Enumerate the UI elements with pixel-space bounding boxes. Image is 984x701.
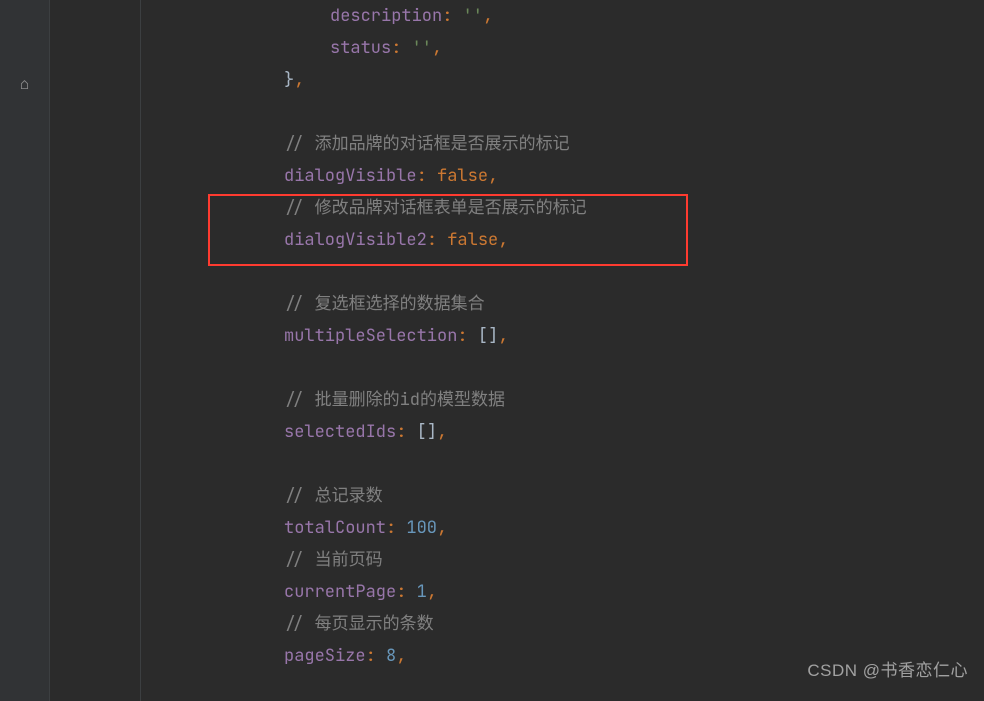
brace: } [284, 69, 294, 91]
comment-line[interactable]: // 当前页码 [50, 544, 984, 576]
code-line[interactable]: totalCount: 100, [50, 512, 984, 544]
property-name: description [330, 5, 442, 27]
property-name: pageSize [284, 645, 366, 667]
comment-line[interactable]: // 批量删除的id的模型数据 [50, 384, 984, 416]
number-literal: 100 [406, 517, 437, 539]
code-line[interactable]: selectedIds: [], [50, 416, 984, 448]
editor-gutter: ⌂ [0, 0, 50, 701]
code-line[interactable]: currentPage: 1, [50, 576, 984, 608]
code-line[interactable]: dialogVisible2: false, [50, 224, 984, 256]
comment-text: // 总记录数 [284, 485, 383, 507]
keyword: false [447, 229, 498, 251]
string-literal: '' [412, 37, 432, 59]
code-line[interactable]: description: '', [50, 0, 984, 32]
blank-line[interactable] [50, 352, 984, 384]
comment-text: // 每页显示的条数 [284, 613, 434, 635]
property-name: dialogVisible [284, 165, 417, 187]
number-literal: 8 [386, 645, 396, 667]
comment-line[interactable]: // 添加品牌的对话框是否展示的标记 [50, 128, 984, 160]
code-line[interactable]: dialogVisible: false, [50, 160, 984, 192]
keyword: false [437, 165, 488, 187]
blank-line[interactable] [50, 96, 984, 128]
property-name: selectedIds [284, 421, 396, 443]
comment-text: // 添加品牌的对话框是否展示的标记 [284, 133, 570, 155]
property-name: multipleSelection [284, 325, 457, 347]
comment-line[interactable]: // 修改品牌对话框表单是否展示的标记 [50, 192, 984, 224]
comment-text: // 批量删除的id的模型数据 [284, 389, 505, 411]
comment-text: // 复选框选择的数据集合 [284, 293, 485, 315]
bracket: [] [417, 421, 437, 443]
blank-line[interactable] [50, 256, 984, 288]
comment-line[interactable]: // 复选框选择的数据集合 [50, 288, 984, 320]
property-name: totalCount [284, 517, 386, 539]
comment-line[interactable]: // 每页显示的条数 [50, 608, 984, 640]
code-line[interactable]: multipleSelection: [], [50, 320, 984, 352]
comment-line[interactable]: // 总记录数 [50, 480, 984, 512]
blank-line[interactable] [50, 448, 984, 480]
property-name: currentPage [284, 581, 396, 603]
structure-icon: ⌂ [20, 68, 30, 100]
comment-text: // 修改品牌对话框表单是否展示的标记 [284, 197, 587, 219]
comment-text: // 当前页码 [284, 549, 383, 571]
string-literal: '' [463, 5, 483, 27]
watermark-text: CSDN @书香恋仁心 [807, 655, 968, 687]
number-literal: 1 [417, 581, 427, 603]
property-name: dialogVisible2 [284, 229, 427, 251]
code-line[interactable]: }, [50, 64, 984, 96]
property-name: status [330, 37, 391, 59]
code-line[interactable]: status: '', [50, 32, 984, 64]
code-editor[interactable]: description: '', status: '', }, // 添加品牌的… [50, 0, 984, 701]
bracket: [] [478, 325, 498, 347]
